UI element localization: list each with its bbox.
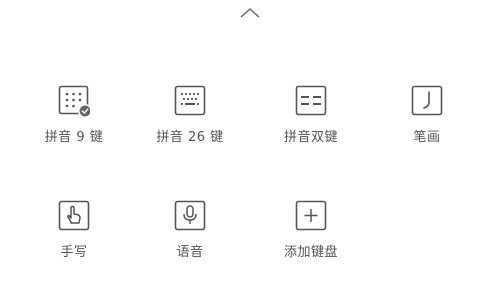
double-pinyin-icon (295, 85, 327, 117)
keyboard-option-label: 语音 (176, 245, 204, 260)
keyboard-option-label: 拼音 9 键 (44, 130, 104, 145)
plus-icon (295, 200, 327, 232)
microphone-icon (174, 200, 206, 232)
keyboard-option-pinyin-26[interactable]: 拼音 26 键 (140, 85, 240, 155)
check-badge-icon (78, 104, 90, 117)
keyboard-option-shuangpin[interactable]: 拼音双键 (261, 85, 361, 155)
keyboard-selector-grid: 拼音 9 键 拼音 26 键 拼音双键 笔画 手写 语音 添加键盘 (0, 0, 500, 284)
keyboard-option-label: 拼音双键 (283, 130, 338, 145)
keyboard-option-stroke[interactable]: 笔画 (377, 85, 477, 155)
keyboard-option-label: 笔画 (413, 130, 441, 145)
keyboard-option-label: 添加键盘 (283, 245, 338, 260)
add-keyboard-button[interactable]: 添加键盘 (261, 200, 361, 270)
qwerty-keyboard-icon (174, 85, 206, 117)
nine-key-grid-icon (58, 85, 90, 117)
stroke-icon (411, 85, 443, 117)
keyboard-option-label: 手写 (60, 245, 88, 260)
keyboard-option-handwriting[interactable]: 手写 (24, 200, 124, 270)
keyboard-option-label: 拼音 26 键 (156, 130, 224, 145)
keyboard-option-voice[interactable]: 语音 (140, 200, 240, 270)
keyboard-option-pinyin-9[interactable]: 拼音 9 键 (24, 85, 124, 155)
hand-pointer-icon (58, 200, 90, 232)
